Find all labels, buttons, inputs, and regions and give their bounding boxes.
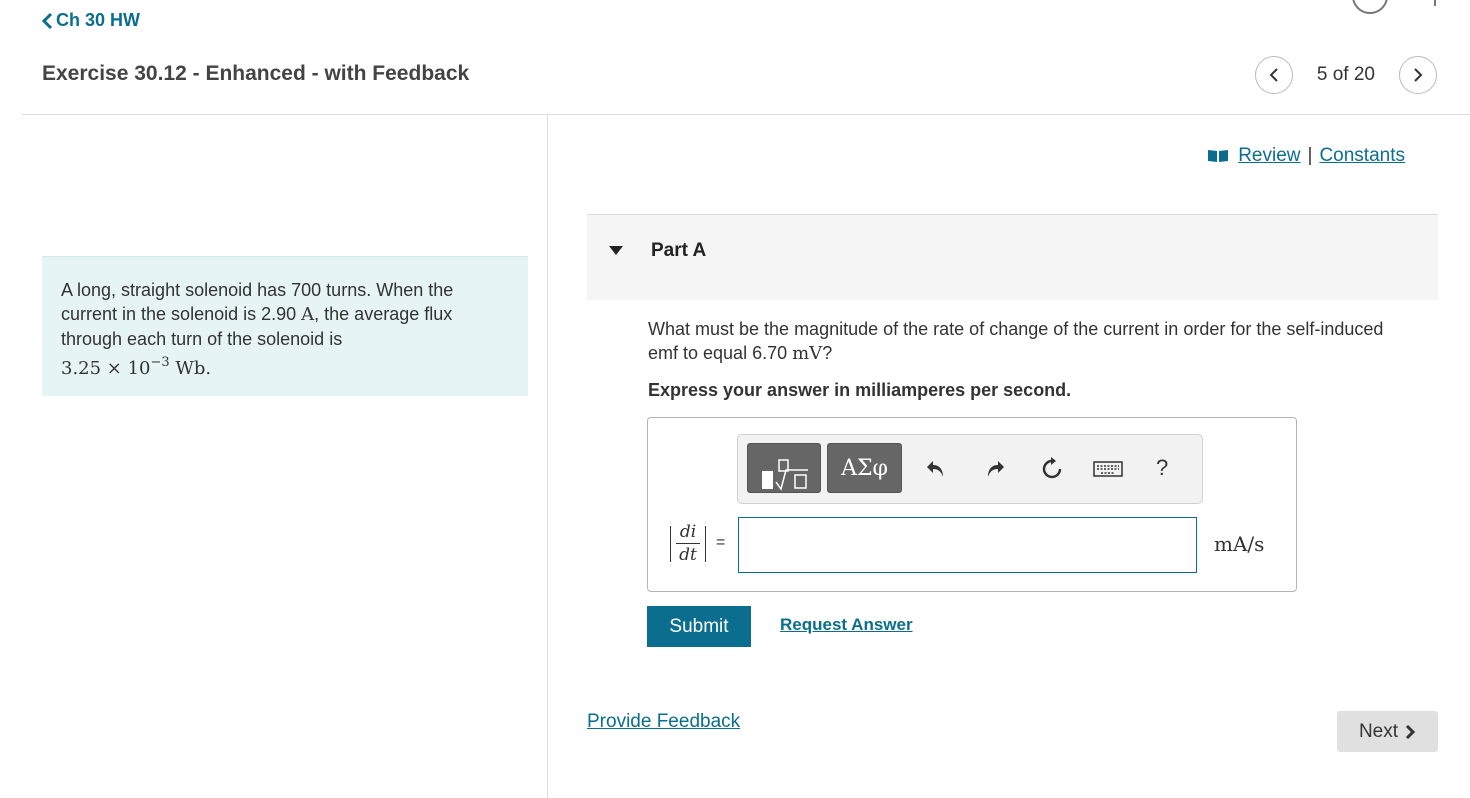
fraction-denominator: dt [679, 545, 697, 565]
pager: 5 of 20 [1254, 56, 1437, 94]
greek-symbols-button[interactable]: ΑΣφ [827, 443, 902, 493]
answer-lhs: di dt = [668, 522, 730, 570]
answer-input[interactable] [738, 517, 1197, 573]
resources-bar: Review | Constants [1207, 145, 1405, 167]
flux-exponent: −3 [150, 355, 170, 370]
problem-statement: A long, straight solenoid has 700 turns.… [42, 256, 528, 396]
question-unit: mV [792, 343, 823, 364]
reset-icon[interactable] [1040, 457, 1064, 481]
question-text: What must be the magnitude of the rate o… [648, 317, 1408, 366]
question-body: What must be the magnitude of the rate o… [648, 319, 1384, 363]
derivative-fraction: di dt [676, 522, 700, 565]
abs-bar-right [705, 526, 706, 562]
request-answer-link[interactable]: Request Answer [780, 615, 913, 635]
templates-icon [762, 459, 808, 491]
fraction-numerator: di [679, 522, 697, 542]
resources-separator: | [1307, 145, 1313, 166]
header-divider [22, 114, 1470, 115]
next-item-button[interactable] [1399, 56, 1437, 94]
caret-down-icon[interactable] [609, 246, 623, 255]
book-icon [1207, 149, 1229, 163]
top-tick-icon [1434, 0, 1436, 6]
templates-button[interactable] [747, 443, 821, 493]
back-link-label: Ch 30 HW [56, 10, 141, 30]
next-button[interactable]: Next [1337, 711, 1438, 752]
fraction-bar [676, 543, 700, 544]
chevron-right-icon [1405, 724, 1416, 739]
column-divider [547, 115, 548, 798]
answer-box: ΑΣφ ? di dt = mA/s [647, 417, 1297, 592]
review-link[interactable]: Review [1238, 145, 1300, 167]
submit-button[interactable]: Submit [647, 606, 751, 647]
flux-value: 3.25 × 10−3 Wb. [61, 355, 212, 379]
help-button[interactable]: ? [1156, 455, 1168, 481]
math-toolbar: ΑΣφ ? [737, 434, 1203, 504]
question-end: ? [822, 343, 833, 363]
flux-mantissa: 3.25 × 10 [61, 358, 151, 379]
flux-unit: Wb. [169, 358, 212, 379]
chevron-left-icon [41, 12, 53, 29]
answer-instruction: Express your answer in milliamperes per … [648, 380, 1072, 400]
equals-sign: = [716, 534, 726, 551]
undo-icon[interactable] [924, 457, 948, 481]
chevron-left-icon [1269, 68, 1278, 82]
back-to-assignment-link[interactable]: Ch 30 HW [40, 10, 140, 31]
provide-feedback-link[interactable]: Provide Feedback [587, 711, 740, 733]
chevron-right-icon [1414, 68, 1423, 82]
part-a-header[interactable]: Part A [587, 214, 1438, 300]
abs-bar-left [670, 526, 671, 562]
answer-units: mA/s [1214, 532, 1265, 556]
next-label: Next [1358, 720, 1399, 742]
keyboard-icon[interactable] [1092, 457, 1124, 481]
current-unit: A [301, 304, 315, 325]
exercise-title: Exercise 30.12 - Enhanced - with Feedbac… [42, 62, 470, 85]
constants-link[interactable]: Constants [1319, 145, 1405, 167]
previous-item-button[interactable] [1254, 56, 1293, 94]
top-circle-icon[interactable] [1352, 0, 1388, 14]
pager-count: 5 of 20 [1316, 64, 1375, 85]
redo-icon[interactable] [983, 457, 1007, 481]
part-title: Part A [651, 240, 707, 261]
